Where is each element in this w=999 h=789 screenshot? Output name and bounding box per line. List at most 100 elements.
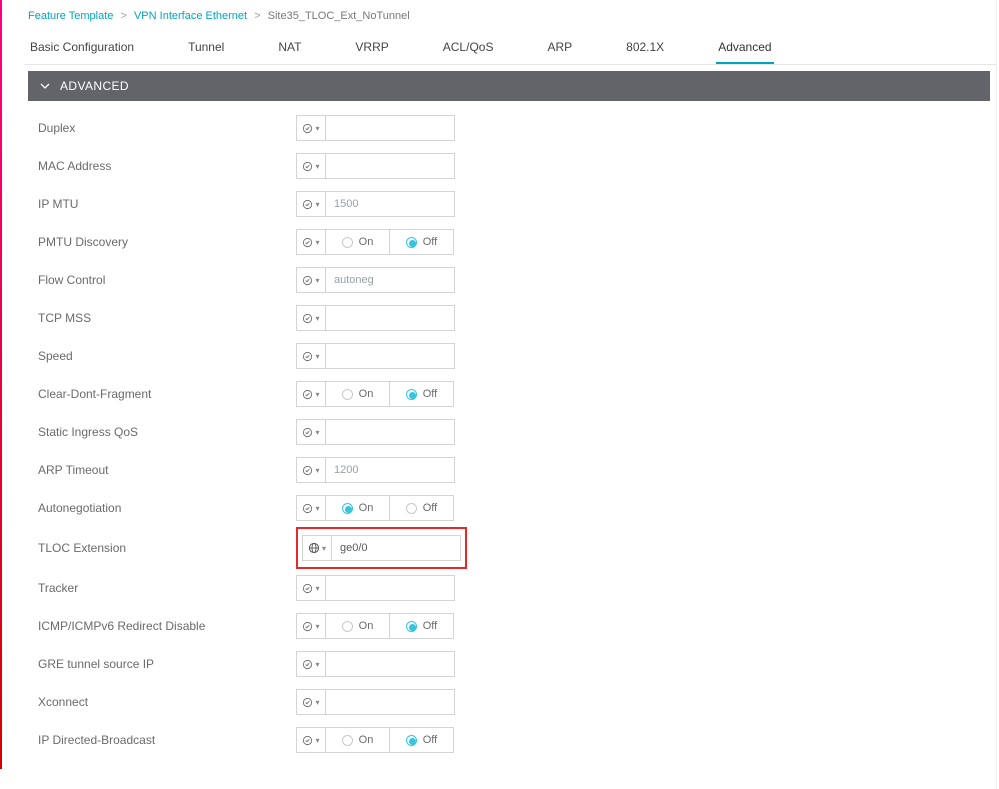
caret-down-icon: ▾ <box>315 200 319 209</box>
caret-down-icon: ▾ <box>315 314 319 323</box>
tab-acl-qos[interactable]: ACL/QoS <box>441 36 496 64</box>
caret-down-icon: ▾ <box>315 390 319 399</box>
autoneg-off-button[interactable]: Off <box>389 495 454 521</box>
tab-advanced[interactable]: Advanced <box>716 36 773 64</box>
tracker-type-dropdown[interactable]: ▾ <box>296 575 326 601</box>
tab-basic-configuration[interactable]: Basic Configuration <box>28 36 136 64</box>
siqos-type-dropdown[interactable]: ▾ <box>296 419 326 445</box>
tab-nat[interactable]: NAT <box>276 36 303 64</box>
check-circle-icon <box>302 583 313 594</box>
tcpmss-type-dropdown[interactable]: ▾ <box>296 305 326 331</box>
radio-selected-icon <box>342 503 353 514</box>
cdf-off-button[interactable]: Off <box>389 381 454 407</box>
caret-down-icon: ▾ <box>315 698 319 707</box>
tab-bar: Basic Configuration Tunnel NAT VRRP ACL/… <box>24 30 996 65</box>
mac-type-dropdown[interactable]: ▾ <box>296 153 326 179</box>
off-label: Off <box>423 620 437 632</box>
tab-arp[interactable]: ARP <box>545 36 574 64</box>
duplex-type-dropdown[interactable]: ▾ <box>296 115 326 141</box>
row-tracker: Tracker ▾ <box>36 569 982 607</box>
caret-down-icon: ▾ <box>315 238 319 247</box>
label-static-ingress-qos: Static Ingress QoS <box>38 425 296 439</box>
tloc-type-dropdown[interactable]: ▾ <box>302 535 332 561</box>
caret-down-icon: ▾ <box>315 622 319 631</box>
label-pmtu-discovery: PMTU Discovery <box>38 235 296 249</box>
radio-icon <box>342 735 353 746</box>
check-circle-icon <box>302 427 313 438</box>
autoneg-type-dropdown[interactable]: ▾ <box>296 495 326 521</box>
caret-down-icon: ▾ <box>315 584 319 593</box>
breadcrumb-level2[interactable]: VPN Interface Ethernet <box>134 10 247 22</box>
xc-type-dropdown[interactable]: ▾ <box>296 689 326 715</box>
tab-8021x[interactable]: 802.1X <box>624 36 666 64</box>
caret-down-icon: ▾ <box>315 660 319 669</box>
radio-selected-icon <box>406 237 417 248</box>
tab-vrrp[interactable]: VRRP <box>353 36 390 64</box>
caret-down-icon: ▾ <box>315 162 319 171</box>
row-mac-address: MAC Address ▾ <box>36 147 982 185</box>
speed-type-dropdown[interactable]: ▾ <box>296 343 326 369</box>
cdf-on-button[interactable]: On <box>325 381 390 407</box>
caret-down-icon: ▾ <box>315 504 319 513</box>
arpto-type-dropdown[interactable]: ▾ <box>296 457 326 483</box>
check-circle-icon <box>302 161 313 172</box>
row-static-ingress-qos: Static Ingress QoS ▾ <box>36 413 982 451</box>
ipdb-type-dropdown[interactable]: ▾ <box>296 727 326 753</box>
highlight-box: ▾ ge0/0 <box>296 527 467 569</box>
label-autonegotiation: Autonegotiation <box>38 501 296 515</box>
check-circle-icon <box>302 465 313 476</box>
pmtu-off-button[interactable]: Off <box>389 229 454 255</box>
duplex-input[interactable] <box>325 115 455 141</box>
autoneg-on-button[interactable]: On <box>325 495 390 521</box>
mac-input[interactable] <box>325 153 455 179</box>
radio-selected-icon <box>406 735 417 746</box>
row-ip-directed-broadcast: IP Directed-Broadcast ▾ On Off <box>36 721 982 759</box>
label-tcp-mss: TCP MSS <box>38 311 296 325</box>
tcpmss-input[interactable] <box>325 305 455 331</box>
icmp-on-button[interactable]: On <box>325 613 390 639</box>
ipmtu-input[interactable]: 1500 <box>325 191 455 217</box>
ipmtu-type-dropdown[interactable]: ▾ <box>296 191 326 217</box>
on-label: On <box>359 620 374 632</box>
pmtu-on-button[interactable]: On <box>325 229 390 255</box>
flow-type-dropdown[interactable]: ▾ <box>296 267 326 293</box>
globe-icon <box>308 542 320 554</box>
off-label: Off <box>423 734 437 746</box>
row-ip-mtu: IP MTU ▾ 1500 <box>36 185 982 223</box>
ipdb-on-button[interactable]: On <box>325 727 390 753</box>
radio-icon <box>342 389 353 400</box>
breadcrumb-level1[interactable]: Feature Template <box>28 10 113 22</box>
check-circle-icon <box>302 389 313 400</box>
check-circle-icon <box>302 621 313 632</box>
on-label: On <box>359 388 374 400</box>
chevron-down-icon <box>40 81 50 91</box>
row-flow-control: Flow Control ▾ autoneg <box>36 261 982 299</box>
tracker-input[interactable] <box>325 575 455 601</box>
caret-down-icon: ▾ <box>315 276 319 285</box>
row-arp-timeout: ARP Timeout ▾ 1200 <box>36 451 982 489</box>
ipdb-off-button[interactable]: Off <box>389 727 454 753</box>
caret-down-icon: ▾ <box>322 544 326 553</box>
siqos-input[interactable] <box>325 419 455 445</box>
panel-header-advanced[interactable]: ADVANCED <box>28 71 990 101</box>
radio-icon <box>406 503 417 514</box>
gre-type-dropdown[interactable]: ▾ <box>296 651 326 677</box>
tab-tunnel[interactable]: Tunnel <box>186 36 226 64</box>
pmtu-type-dropdown[interactable]: ▾ <box>296 229 326 255</box>
label-ip-mtu: IP MTU <box>38 197 296 211</box>
check-circle-icon <box>302 659 313 670</box>
label-duplex: Duplex <box>38 121 296 135</box>
gre-input[interactable] <box>325 651 455 677</box>
icmp-type-dropdown[interactable]: ▾ <box>296 613 326 639</box>
icmp-off-button[interactable]: Off <box>389 613 454 639</box>
panel-title: ADVANCED <box>60 79 129 93</box>
flow-input[interactable]: autoneg <box>325 267 455 293</box>
check-circle-icon <box>302 199 313 210</box>
xc-input[interactable] <box>325 689 455 715</box>
cdf-type-dropdown[interactable]: ▾ <box>296 381 326 407</box>
arpto-input[interactable]: 1200 <box>325 457 455 483</box>
speed-input[interactable] <box>325 343 455 369</box>
row-speed: Speed ▾ <box>36 337 982 375</box>
tloc-input[interactable]: ge0/0 <box>331 535 461 561</box>
breadcrumb-sep-1: > <box>116 10 130 22</box>
